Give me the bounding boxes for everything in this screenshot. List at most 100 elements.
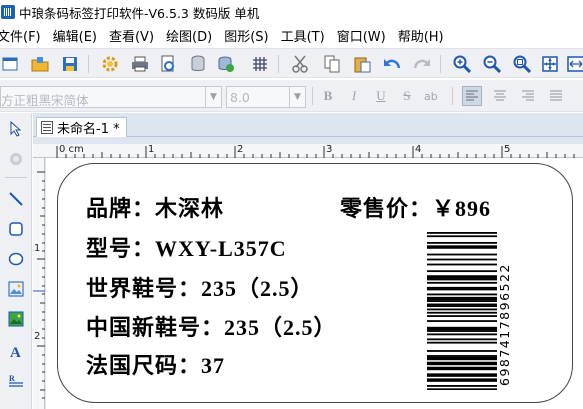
ruler-ticks [33, 171, 45, 399]
redo-icon[interactable] [412, 54, 432, 74]
document-icon [41, 121, 53, 134]
barcode-bar [427, 368, 497, 371]
svg-text:ab: ab [424, 90, 438, 103]
char-spacing-icon[interactable]: ab [422, 86, 442, 106]
cut-icon[interactable] [290, 54, 310, 74]
zoom-out-icon[interactable] [482, 54, 502, 74]
horizontal-ruler: 0 cm 1 2 3 4 5 [33, 144, 583, 158]
database-add-icon[interactable] [216, 54, 236, 74]
align-justify-icon[interactable] [546, 86, 566, 106]
copy-icon[interactable] [322, 54, 342, 74]
menu-edit[interactable]: 编辑(E) [53, 26, 97, 45]
barcode-number: 6987417896522 [497, 263, 512, 386]
barcode-bar [427, 350, 497, 352]
text-tool-icon[interactable]: A [6, 341, 26, 361]
barcode-bar [427, 245, 497, 248]
barcode-bar [427, 275, 497, 278]
barcode-bar [427, 356, 497, 359]
svg-text:R: R [9, 374, 15, 383]
title-bar: 中琅条码标签打印软件-V6.5.3 数码版 单机 [0, 0, 583, 24]
barcode-bar [427, 258, 497, 261]
ruler-label: 1 [148, 144, 155, 155]
main-toolbar [0, 48, 583, 78]
new-file-icon[interactable] [0, 54, 20, 74]
align-left-icon[interactable] [462, 86, 482, 106]
ellipse-tool-icon[interactable] [6, 249, 26, 269]
barcode-bar [427, 366, 497, 369]
font-family-select[interactable]: 方正粗黑宋简体 ▼ [0, 86, 222, 108]
zoom-in-icon[interactable] [452, 54, 472, 74]
label-card[interactable]: 品牌：木深林 零售价：￥896 型号：WXY-L357C 世界鞋号：235（2.… [57, 163, 573, 403]
barcode-bar [427, 288, 497, 291]
chevron-down-icon[interactable]: ▼ [289, 87, 305, 107]
print-preview-icon[interactable] [158, 54, 178, 74]
barcode-bar [427, 305, 497, 307]
image-tool-icon[interactable] [6, 279, 26, 299]
ruler-label: 2 [34, 331, 41, 342]
menu-draw[interactable]: 绘图(D) [166, 26, 212, 45]
fit-width-icon[interactable] [566, 54, 583, 74]
barcode-bar [427, 276, 497, 279]
menu-view[interactable]: 查看(V) [109, 26, 154, 45]
database-icon[interactable] [188, 54, 208, 74]
barcode-bar [427, 380, 497, 382]
barcode-bar [427, 338, 497, 341]
barcode-bar [427, 373, 497, 376]
model-text[interactable]: 型号：WXY-L357C [86, 231, 287, 263]
align-right-icon[interactable] [518, 86, 538, 106]
barcode[interactable] [427, 232, 497, 390]
china-size-text[interactable]: 中国新鞋号：235（2.5） [86, 310, 337, 342]
align-center-icon[interactable] [490, 86, 510, 106]
picture-tool-icon[interactable] [6, 309, 26, 329]
strikethrough-button[interactable]: S [399, 88, 415, 106]
print-icon[interactable] [130, 54, 150, 74]
barcode-bar [427, 293, 497, 296]
svg-text:A: A [10, 345, 21, 359]
barcode-bar [427, 320, 497, 322]
pan-hand-icon[interactable] [6, 149, 26, 169]
barcode-bar [427, 298, 497, 301]
menu-shape[interactable]: 图形(S) [224, 26, 268, 45]
menu-window[interactable]: 窗口(W) [337, 26, 386, 45]
ruler-label: 4 [415, 144, 422, 155]
rectangle-tool-icon[interactable] [6, 219, 26, 239]
bold-button[interactable]: B [320, 88, 336, 106]
barcode-bar [427, 341, 497, 344]
world-size-text[interactable]: 世界鞋号：235（2.5） [86, 271, 314, 303]
settings-gear-icon[interactable] [100, 54, 120, 74]
fit-page-icon[interactable] [540, 54, 560, 74]
barcode-bar [427, 315, 497, 317]
barcode-bar [427, 300, 497, 302]
barcode-bar [427, 333, 497, 336]
menu-file[interactable]: 文件(F) [0, 26, 41, 45]
barcode-bar [427, 326, 497, 329]
menu-bar: 文件(F) 编辑(E) 查看(V) 绘图(D) 图形(S) 工具(T) 窗口(W… [0, 24, 583, 46]
underline-button[interactable]: U [373, 88, 389, 106]
chevron-down-icon[interactable]: ▼ [205, 87, 221, 107]
paste-icon[interactable] [352, 54, 372, 74]
document-tab-bar: 未命名-1 * [33, 113, 583, 137]
app-logo-icon [1, 5, 15, 19]
menu-tools[interactable]: 工具(T) [281, 26, 325, 45]
font-size-value: 8.0 [230, 90, 250, 105]
brand-text[interactable]: 品牌：木深林 [86, 191, 224, 223]
select-arrow-icon[interactable] [6, 119, 26, 139]
price-text[interactable]: 零售价：￥896 [340, 191, 491, 223]
save-icon[interactable] [60, 54, 80, 74]
barcode-bar [427, 311, 497, 314]
menu-help[interactable]: 帮助(H) [398, 26, 444, 45]
toolbar-separator [312, 87, 313, 105]
grid-icon[interactable] [250, 54, 270, 74]
undo-icon[interactable] [382, 54, 402, 74]
toolbar-separator [278, 55, 279, 73]
line-tool-icon[interactable] [6, 189, 26, 209]
open-folder-icon[interactable] [30, 54, 50, 74]
tab-untitled-1[interactable]: 未命名-1 * [36, 117, 127, 137]
italic-button[interactable]: I [346, 88, 362, 106]
zoom-fit-icon[interactable] [512, 54, 532, 74]
font-size-select[interactable]: 8.0 ▼ [226, 86, 306, 108]
france-size-text[interactable]: 法国尺码：37 [86, 348, 225, 380]
toolbar-separator [452, 87, 453, 105]
toolbar-separator [440, 55, 441, 73]
rich-text-tool-icon[interactable]: R [6, 371, 26, 391]
